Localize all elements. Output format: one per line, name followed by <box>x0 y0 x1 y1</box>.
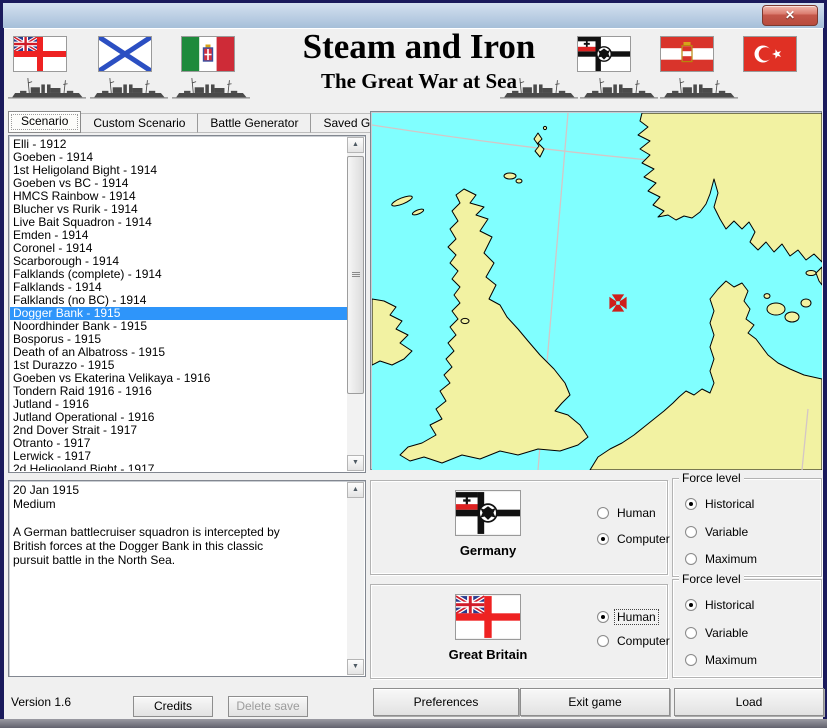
tab-scenario[interactable]: Scenario <box>8 111 81 133</box>
radio-icon[interactable] <box>597 533 609 545</box>
map-view <box>370 111 822 470</box>
force2-historical-radio[interactable]: Historical <box>685 598 756 612</box>
force2-maximum-radio[interactable]: Maximum <box>685 653 759 667</box>
force1-historical-radio[interactable]: Historical <box>685 497 756 511</box>
title-bar[interactable]: ✕ <box>3 3 824 28</box>
radio-icon[interactable] <box>685 654 697 666</box>
radio-icon[interactable] <box>597 611 609 623</box>
radio-label: Maximum <box>703 552 759 566</box>
force1-variable-radio[interactable]: Variable <box>685 525 750 539</box>
italian-flag-icon <box>182 37 234 71</box>
groupbox-legend: Force level <box>679 471 744 485</box>
app-window: ✕ Steam and Iron The Great War at Sea Sc… <box>0 0 827 728</box>
radio-icon[interactable] <box>685 526 697 538</box>
radio-label: Variable <box>703 525 750 539</box>
description-scrollbar[interactable]: ▲ ▼ <box>347 482 364 675</box>
germany-panel: Germany Human Computer <box>370 480 668 575</box>
credits-button[interactable]: Credits <box>133 696 213 717</box>
scenario-list-scrollbar[interactable]: ▲ ▼ <box>347 137 364 471</box>
radio-label: Maximum <box>703 653 759 667</box>
britain-computer-radio[interactable]: Computer <box>597 634 672 648</box>
scroll-up-icon[interactable]: ▲ <box>347 137 364 153</box>
radio-label: Human <box>615 610 658 624</box>
radio-icon[interactable] <box>685 498 697 510</box>
tab-bar: Scenario Custom Scenario Battle Generato… <box>8 111 407 133</box>
radio-label: Historical <box>703 497 756 511</box>
radio-label: Computer <box>615 532 672 546</box>
scrollbar-thumb[interactable] <box>347 156 364 394</box>
force-level-panel-britain: Force level Historical Variable Maximum <box>672 579 822 678</box>
groupbox-legend: Force level <box>679 572 744 586</box>
radio-label: Historical <box>703 598 756 612</box>
radio-label: Computer <box>615 634 672 648</box>
radio-label: Variable <box>703 626 750 640</box>
force-level-panel-germany: Force level Historical Variable Maximum <box>672 478 822 577</box>
preferences-button[interactable]: Preferences <box>373 688 519 716</box>
radio-icon[interactable] <box>685 553 697 565</box>
radio-icon[interactable] <box>597 507 609 519</box>
radio-label: Human <box>615 506 658 520</box>
delete-save-button[interactable]: Delete save <box>228 696 308 717</box>
scroll-down-icon[interactable]: ▼ <box>347 659 364 675</box>
germany-human-radio[interactable]: Human <box>597 506 658 520</box>
ship-silhouette-icon <box>8 73 86 103</box>
ship-silhouette-icon <box>660 73 738 103</box>
app-title: Steam and Iron <box>249 27 589 67</box>
scenario-description-box: 20 Jan 1915 Medium A German battlecruise… <box>8 480 366 677</box>
white-ensign-flag-icon <box>14 37 66 71</box>
side-name: Great Britain <box>413 647 563 662</box>
great-britain-panel: Great Britain Human Computer <box>370 584 668 679</box>
german-imperial-ensign-flag-icon <box>456 491 520 535</box>
scroll-up-icon[interactable]: ▲ <box>347 482 364 498</box>
close-icon: ✕ <box>785 8 795 22</box>
north-sea-map <box>372 113 822 470</box>
russian-navy-ensign-flag-icon <box>99 37 151 71</box>
force2-variable-radio[interactable]: Variable <box>685 626 750 640</box>
radio-icon[interactable] <box>685 627 697 639</box>
tab-custom-scenario[interactable]: Custom Scenario <box>81 113 198 133</box>
scenario-item[interactable]: 2d Heligoland Bight - 1917 <box>10 463 347 471</box>
window-frame-bottom <box>0 719 827 728</box>
client-area: Steam and Iron The Great War at Sea Scen… <box>4 28 823 719</box>
scroll-down-icon[interactable]: ▼ <box>347 455 364 471</box>
force1-maximum-radio[interactable]: Maximum <box>685 552 759 566</box>
ship-silhouette-icon <box>580 73 658 103</box>
version-label: Version 1.6 <box>11 695 71 709</box>
side-name: Germany <box>413 543 563 558</box>
tab-battle-generator[interactable]: Battle Generator <box>198 113 311 133</box>
austro-hungarian-ensign-flag-icon <box>661 37 713 71</box>
britain-human-radio[interactable]: Human <box>597 610 658 624</box>
close-button[interactable]: ✕ <box>762 5 818 26</box>
white-ensign-flag-icon <box>456 595 520 639</box>
ship-silhouette-icon <box>172 73 250 103</box>
app-subtitle: The Great War at Sea <box>249 69 589 94</box>
germany-computer-radio[interactable]: Computer <box>597 532 672 546</box>
load-button[interactable]: Load <box>674 688 824 716</box>
exit-game-button[interactable]: Exit game <box>520 688 670 716</box>
scenario-description: 20 Jan 1915 Medium A German battlecruise… <box>13 483 343 674</box>
ship-silhouette-icon <box>90 73 168 103</box>
radio-icon[interactable] <box>685 599 697 611</box>
scenario-list: Elli - 1912Goeben - 19141st Heligoland B… <box>8 135 366 473</box>
ottoman-flag-icon <box>744 37 796 71</box>
radio-icon[interactable] <box>597 635 609 647</box>
